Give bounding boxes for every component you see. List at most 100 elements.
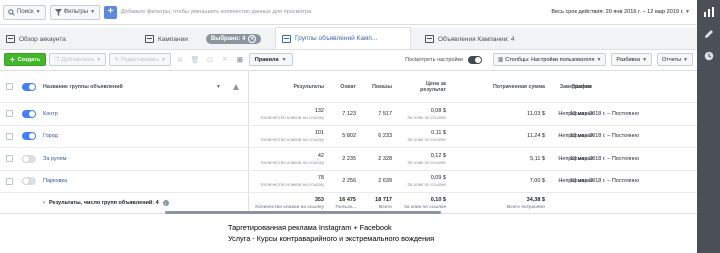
duplicate-icon: ❐	[54, 56, 60, 63]
tab-adsets[interactable]: Группы объявлений Камп...	[275, 27, 411, 49]
filters-dropdown[interactable]: Фильтры ▼	[49, 4, 101, 20]
row-checkbox[interactable]	[6, 155, 13, 163]
adset-name-link[interactable]: Город	[43, 133, 223, 139]
reach-value: 5 802	[342, 133, 356, 140]
bar-chart-icon[interactable]	[703, 6, 715, 18]
table-row[interactable]: Контр 132 Количество кликов на ссылку 7 123…	[0, 103, 697, 126]
chevron-down-icon: ▼	[642, 56, 648, 63]
tag-icon[interactable]: ⌗	[219, 53, 231, 66]
edit-button[interactable]: ✎ Редактировать ▼	[109, 53, 171, 66]
search-dropdown[interactable]: Поиск ▼	[3, 4, 46, 20]
total-results-sub: Количество кликов на ссылку	[255, 204, 324, 209]
rules-label: Правила	[254, 56, 279, 63]
columns-dropdown[interactable]: ▥ Столбцы: Настройки пользователя ▼	[493, 53, 607, 66]
spend-value: 7,00 $	[529, 178, 545, 185]
archive-icon[interactable]: ⊡	[204, 53, 216, 66]
view-settings-toggle[interactable]	[468, 55, 483, 64]
adset-name-cell: Контр	[43, 103, 223, 125]
preview-icon[interactable]: ⊞	[234, 53, 246, 66]
ab-test-icon[interactable]: ⊘	[174, 53, 186, 66]
reach-cell: 5 802	[328, 126, 358, 148]
impressions-value: 6 233	[378, 133, 392, 140]
search-icon	[8, 8, 15, 16]
chevron-down-icon[interactable]: ▼	[216, 84, 221, 90]
adset-status-toggle[interactable]	[22, 132, 36, 141]
trash-icon[interactable]: 🗑	[189, 53, 201, 66]
column-header-name[interactable]: Название группы объявлений	[43, 71, 223, 102]
column-header-cost[interactable]: Цена за результат	[404, 71, 448, 102]
cost-cell: 0,09 $ За клик по ссылке	[398, 171, 448, 193]
row-checkbox[interactable]	[6, 177, 13, 185]
total-reach-sub: Пользо...	[335, 204, 356, 209]
row-toggle-cell	[22, 126, 38, 148]
info-icon[interactable]: i	[162, 200, 169, 206]
adset-status-toggle[interactable]	[22, 109, 36, 118]
results-sub: Количество кликов на ссылку	[261, 137, 324, 143]
schedule-cell: 13 мар 2018 г. – Постоянно	[568, 103, 697, 125]
overview-icon	[6, 35, 15, 43]
spend-cell: 11,24 $	[452, 126, 548, 148]
add-filter-button[interactable]: +	[104, 5, 118, 19]
row-checkbox[interactable]	[6, 110, 13, 118]
adset-name-link[interactable]: Контр	[43, 111, 223, 117]
reports-dropdown[interactable]: Отчеты ▼	[657, 53, 693, 66]
table-header-row: Название группы объявлений ▼ Результаты …	[0, 71, 697, 103]
table-row[interactable]: За рулем 42 Количество кликов на ссылку 2 2…	[0, 148, 697, 171]
header-label: График	[572, 83, 592, 90]
chevron-down-icon: ▼	[685, 9, 690, 15]
adset-name-link[interactable]: Парковка	[43, 178, 223, 184]
select-all-checkbox[interactable]	[6, 83, 13, 90]
selected-count: Выбрано: 4	[210, 36, 246, 42]
tab-label: Группы объявлений Камп...	[295, 35, 378, 42]
edit-pencil-icon[interactable]	[703, 28, 715, 40]
master-toggle[interactable]	[22, 82, 36, 91]
reach-cell: 2 235	[328, 148, 358, 170]
cost-cell: 0,11 $ За клик по ссылке	[398, 126, 448, 148]
schedule-value: 13 мар 2018 г. – Постоянно	[570, 110, 640, 117]
column-header-reach[interactable]: Охват	[328, 71, 358, 102]
chevron-right-icon[interactable]: ›	[43, 200, 45, 206]
total-spend: 34,38 $ Всего потрачено	[452, 193, 548, 213]
column-header-results[interactable]: Результаты	[248, 71, 326, 102]
tab-label: Объявления Кампании: 4	[438, 35, 515, 43]
adset-status-toggle[interactable]	[22, 154, 36, 163]
column-header-delivery[interactable]	[229, 71, 243, 102]
schedule-value: 13 мар 2018 г. – Постоянно	[570, 133, 640, 140]
horizontal-scrollbar[interactable]	[165, 211, 441, 214]
reach-cell: 2 256	[328, 171, 358, 193]
chevron-down-icon: ▼	[96, 56, 102, 63]
adsets-table: Название группы объявлений ▼ Результаты …	[0, 70, 697, 214]
tab-ads[interactable]: Объявления Кампании: 4	[411, 29, 521, 49]
total-cost: 0,10 $ За клик по ссылке	[398, 193, 448, 213]
close-icon[interactable]: ✕	[248, 35, 257, 43]
row-checkbox[interactable]	[6, 132, 13, 140]
table-row[interactable]: Город 101 Количество кликов на ссылку 5 802…	[0, 125, 697, 148]
filter-icon	[54, 8, 62, 16]
duplicate-button[interactable]: ❐ Дублировать ▼	[49, 53, 107, 66]
clock-icon[interactable]	[703, 50, 715, 62]
row-checkbox-cell	[6, 171, 16, 193]
ad-icon	[425, 35, 434, 43]
tab-campaigns[interactable]: Кампании Выбрано: 4 ✕	[135, 29, 275, 49]
tab-account-overview[interactable]: Обзор аккаунта	[0, 29, 135, 49]
breakdown-dropdown[interactable]: Разбивка ▼	[611, 53, 653, 66]
table-row[interactable]: Парковка 78 Количество кликов на ссылку 2 2…	[0, 170, 697, 193]
reach-value: 2 235	[342, 155, 356, 162]
rules-button[interactable]: Правила ▼	[248, 53, 293, 66]
campaign-icon	[145, 35, 154, 43]
schedule-value: 13 мар 2018 г. – Постоянно	[570, 155, 640, 162]
spend-value: 5,11 $	[530, 155, 545, 162]
adset-name-link[interactable]: За рулем	[43, 156, 223, 162]
header-label: Охват	[340, 83, 356, 90]
selected-pill[interactable]: Выбрано: 4 ✕	[205, 34, 262, 44]
cost-value: 0,08 $	[430, 107, 446, 114]
column-header-impressions[interactable]: Показы	[360, 71, 394, 102]
add-filter-hint[interactable]: Добавьте фильтры, чтобы уменьшить количе…	[121, 9, 547, 15]
column-header-spend[interactable]: Потраченная сумма	[452, 71, 548, 102]
date-range-picker[interactable]: Весь срок действия: 20 янв 2016 г. – 12 …	[551, 9, 694, 15]
total-results: 353 Количество кликов на ссылку	[248, 193, 326, 213]
create-button[interactable]: + Создать	[4, 53, 47, 66]
adset-status-toggle[interactable]	[22, 177, 36, 186]
column-header-schedule[interactable]: График	[570, 71, 699, 102]
breakdown-label: Разбивка	[616, 56, 641, 63]
